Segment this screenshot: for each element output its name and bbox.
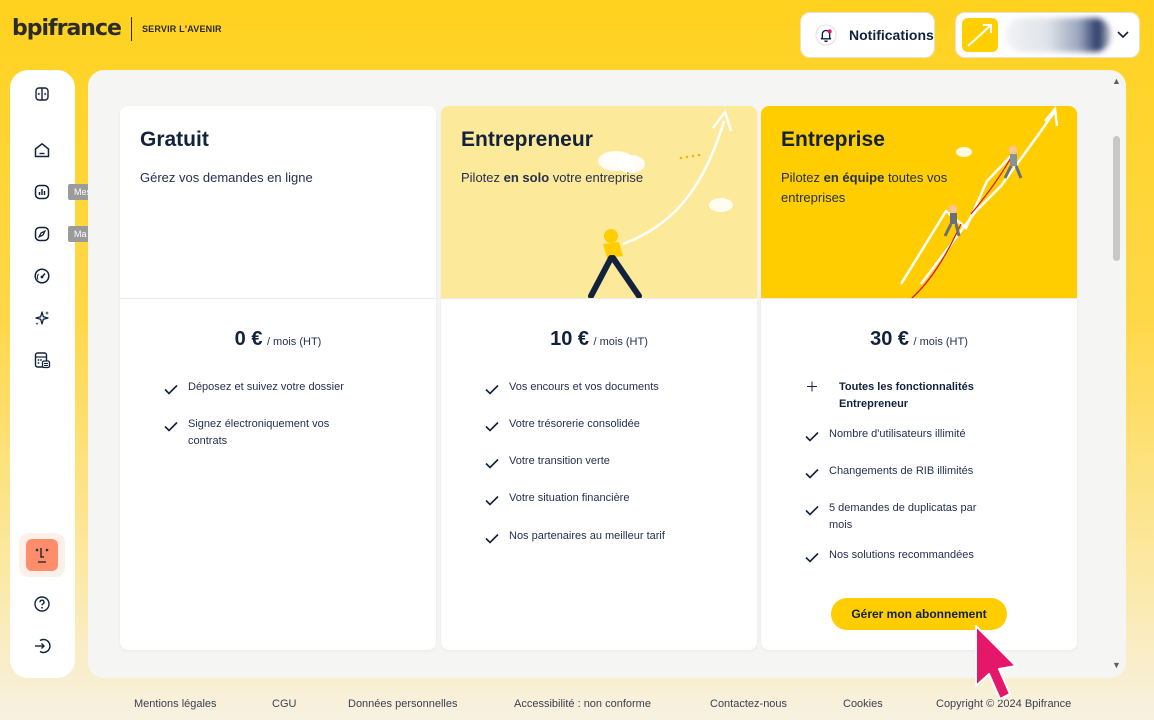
feature-item: Déposez et suivez votre dossier xyxy=(164,379,364,401)
price-amount: 10 € xyxy=(550,328,590,350)
notifications-button[interactable]: Notifications xyxy=(800,12,935,58)
check-icon xyxy=(485,495,501,512)
feature-text: Vos encours et vos documents xyxy=(509,381,659,393)
compass-icon[interactable] xyxy=(32,224,52,244)
logo-separator xyxy=(130,16,132,41)
account-menu-button[interactable] xyxy=(955,12,1140,58)
scrollbar-thumb[interactable] xyxy=(1113,136,1120,261)
logout-icon[interactable] xyxy=(32,636,52,656)
feature-text: Nos partenaires au meilleur tarif xyxy=(509,530,665,542)
feature-item: Votre trésorerie consolidée xyxy=(485,416,725,438)
feature-item: Votre situation financière xyxy=(485,490,725,512)
footer-link-cookies[interactable]: Cookies xyxy=(843,698,883,710)
divider xyxy=(441,298,757,299)
scroll-up-icon[interactable]: ▲ xyxy=(1112,76,1121,86)
feature-text: Signez électroniquement vos contrats xyxy=(188,418,330,447)
gauge-icon[interactable] xyxy=(32,266,52,286)
feature-text: Changements de RIB illimités xyxy=(829,465,974,477)
sidebar xyxy=(10,70,75,678)
desc-text: votre entreprise xyxy=(549,170,644,185)
divider xyxy=(120,298,436,299)
notifications-label: Notifications xyxy=(849,27,934,43)
price-amount: 0 € xyxy=(234,328,263,350)
main-panel: Gratuit Gérez vos demandes en ligne 0 € … xyxy=(88,70,1126,678)
feature-text: Nombre d'utilisateurs illimité xyxy=(829,428,966,440)
company-avatar xyxy=(962,18,998,52)
footer-link-cgu[interactable]: CGU xyxy=(272,698,296,710)
help-icon[interactable] xyxy=(32,594,52,614)
chevron-down-icon xyxy=(1117,28,1129,42)
footer-link-mentions-legales[interactable]: Mentions légales xyxy=(134,698,217,710)
feature-text: Toutes les fonctionnalités Entrepreneur xyxy=(839,381,974,410)
feature-text: Votre trésorerie consolidée xyxy=(509,418,640,430)
plan-title: Entrepreneur xyxy=(461,128,593,151)
bell-icon xyxy=(815,24,837,46)
feature-item: 5 demandes de duplicatas par mois xyxy=(805,500,985,534)
feature-item: Changements de RIB illimités xyxy=(805,463,1005,485)
calculator-icon[interactable] xyxy=(32,350,52,370)
bpifrance-logo[interactable]: bpifrance SERVIR L'AVENIR xyxy=(12,16,222,41)
check-icon xyxy=(485,533,501,550)
feature-text: Votre situation financière xyxy=(509,492,630,504)
panel-toggle-icon[interactable] xyxy=(32,84,52,104)
desc-bold: en équipe xyxy=(823,170,885,185)
plan-card-entreprise: Entreprise Pilotez en équipe toutes vos … xyxy=(761,106,1077,650)
feature-item: Nombre d'utilisateurs illimité xyxy=(805,426,1005,448)
home-icon[interactable] xyxy=(32,140,52,160)
plan-title: Gratuit xyxy=(140,128,209,151)
plus-icon xyxy=(805,381,831,413)
plan-description: Gérez vos demandes en ligne xyxy=(140,170,313,185)
plan-title: Entreprise xyxy=(781,128,885,151)
feature-item: Vos encours et vos documents xyxy=(485,379,725,401)
check-icon xyxy=(164,421,180,450)
feature-item: Signez électroniquement vos contrats xyxy=(164,416,364,450)
feature-text: 5 demandes de duplicatas par mois xyxy=(829,502,977,531)
logo-text: bpifrance xyxy=(12,16,122,41)
check-icon xyxy=(485,458,501,475)
footer-link-contact[interactable]: Contactez-nous xyxy=(710,698,787,710)
feature-text: Déposez et suivez votre dossier xyxy=(188,381,344,393)
desc-text: Pilotez xyxy=(461,170,504,185)
account-name-blurred xyxy=(1006,18,1111,52)
assistant-avatar-button[interactable] xyxy=(19,533,65,577)
feature-text: Nos solutions recommandées xyxy=(829,549,974,561)
plan-card-gratuit: Gratuit Gérez vos demandes en ligne 0 € … xyxy=(120,106,436,650)
plan-price: 30 € / mois (HT) xyxy=(761,328,1077,351)
plan-price: 0 € / mois (HT) xyxy=(120,328,436,351)
footer-link-donnees-personnelles[interactable]: Données personnelles xyxy=(348,698,457,710)
scroll-down-icon[interactable]: ▼ xyxy=(1112,660,1121,670)
price-unit: / mois (HT) xyxy=(266,336,322,348)
feature-item-plus: Toutes les fonctionnalités Entrepreneur xyxy=(805,379,1005,413)
check-icon xyxy=(805,431,821,448)
feature-item: Nos solutions recommandées xyxy=(805,547,1005,569)
scrollbar[interactable]: ▲ ▼ xyxy=(1110,76,1121,672)
feature-text: Votre transition verte xyxy=(509,455,610,467)
plan-description: Pilotez en équipe toutes vos entreprises xyxy=(781,168,981,208)
check-icon xyxy=(805,552,821,569)
mouse-cursor-icon xyxy=(975,625,1017,700)
feature-item: Nos partenaires au meilleur tarif xyxy=(485,528,725,550)
chart-icon[interactable] xyxy=(32,182,52,202)
price-unit: / mois (HT) xyxy=(593,336,648,348)
face-icon xyxy=(26,539,58,571)
check-icon xyxy=(485,384,501,401)
desc-text: Pilotez xyxy=(781,170,824,185)
logo-tagline: SERVIR L'AVENIR xyxy=(141,23,222,34)
plan-description: Pilotez en solo votre entreprise xyxy=(461,168,661,188)
feature-item: Votre transition verte xyxy=(485,453,725,475)
check-icon xyxy=(164,384,180,401)
check-icon xyxy=(805,468,821,485)
price-unit: / mois (HT) xyxy=(913,336,968,348)
footer-link-accessibilite[interactable]: Accessibilité : non conforme xyxy=(514,698,651,710)
check-icon xyxy=(805,505,821,534)
divider xyxy=(761,298,1077,299)
plan-price: 10 € / mois (HT) xyxy=(441,328,757,351)
price-amount: 30 € xyxy=(870,328,910,350)
plan-card-entrepreneur: Entrepreneur Pilotez en solo votre entre… xyxy=(441,106,757,650)
check-icon xyxy=(485,421,501,438)
desc-bold: en solo xyxy=(503,170,550,185)
sparkles-icon[interactable] xyxy=(32,308,52,328)
